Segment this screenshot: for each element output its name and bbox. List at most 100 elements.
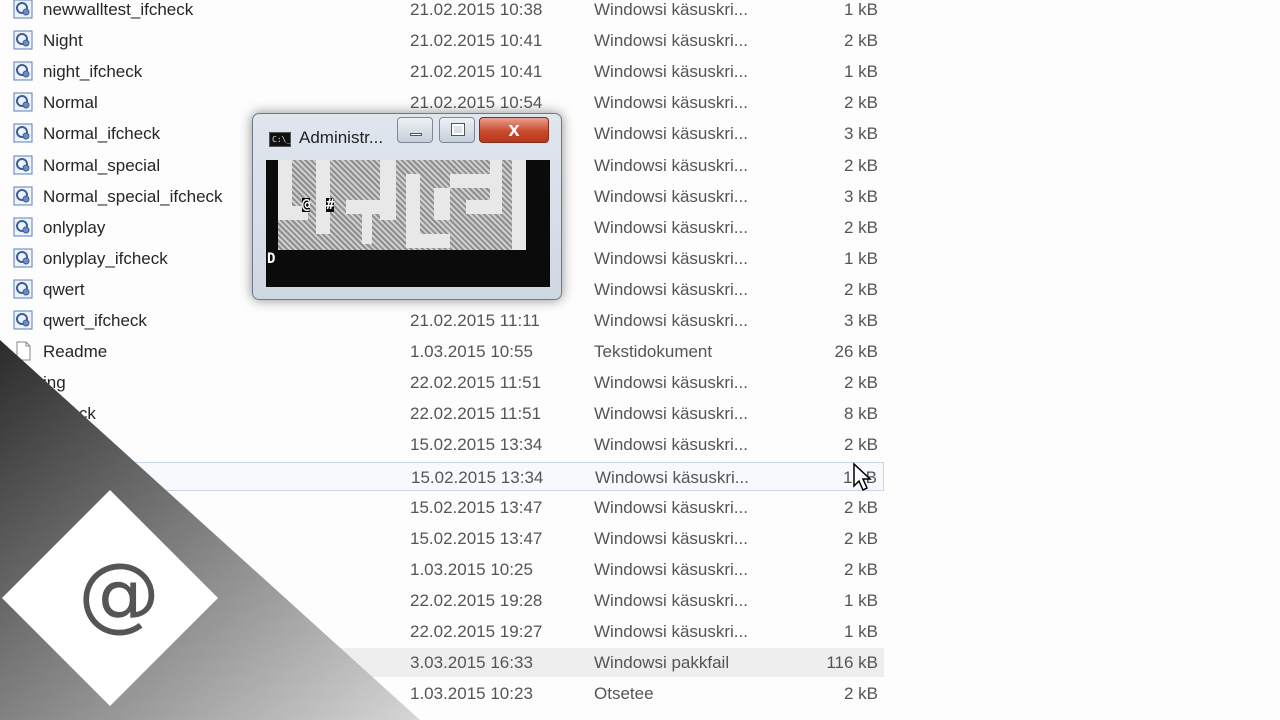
file-name: onlyplay (43, 217, 106, 237)
console-prompt-char: D (267, 251, 276, 267)
file-date: 22.02.2015 19:28 (410, 590, 543, 610)
batch-file-icon (13, 92, 33, 112)
maze-wall (466, 200, 490, 214)
text-file-icon (13, 341, 33, 361)
file-name: Normal (43, 93, 98, 113)
file-row[interactable]: 15.02.2015 13:34Windowsi käsuskri...1 kB (8, 461, 884, 491)
file-size: 2 kB (843, 559, 878, 579)
wall-character: # (326, 197, 335, 213)
file-date: 21.02.2015 10:41 (410, 31, 543, 51)
file-date: 15.02.2015 13:34 (411, 467, 544, 487)
file-size: 1 kB (843, 0, 878, 19)
batch-file-icon (13, 155, 33, 175)
close-icon: x (508, 119, 520, 141)
close-button[interactable]: x (479, 117, 549, 143)
maze-wall (406, 174, 420, 248)
file-size: 3 kB (843, 186, 878, 206)
file-name: qwert (43, 279, 85, 299)
batch-file-icon (13, 248, 33, 268)
file-size: 2 kB (843, 31, 878, 51)
maze-wall (434, 188, 450, 220)
file-type: Windowsi käsuskri... (594, 435, 748, 455)
file-row[interactable]: night_ifcheck 21.02.2015 10:41 Windowsi kä… (8, 57, 884, 86)
file-type: Windowsi käsuskri... (594, 248, 748, 268)
file-size: 1 kB (843, 248, 878, 268)
minimize-button[interactable] (397, 117, 433, 143)
maximize-button[interactable] (439, 117, 475, 143)
file-name: onlyplay_ifcheck (43, 248, 168, 268)
file-name: Night (43, 31, 83, 51)
file-row[interactable]: qwert_ifcheck 21.02.2015 11:11 Windowsi kä… (8, 306, 884, 335)
file-size: 1 kB (843, 62, 878, 82)
console-output: @ # D (266, 160, 550, 287)
cmd-app-icon: C:\_ (269, 132, 291, 147)
file-size: 2 kB (843, 155, 878, 175)
file-type: Windowsi käsuskri... (594, 93, 748, 113)
file-type: Windowsi käsuskri... (595, 467, 749, 487)
file-type: Windowsi käsuskri... (594, 373, 748, 393)
cmd-titlebar[interactable]: C:\_ Administr... x (253, 114, 561, 156)
file-type: Windowsi käsuskri... (594, 590, 748, 610)
file-size: 2 kB (843, 684, 878, 704)
file-name: night_ifcheck (43, 62, 143, 82)
file-row[interactable]: Readme 1.03.2015 10:55 Tekstidokument 26 kB (8, 337, 884, 366)
file-type: Windowsi käsuskri... (594, 311, 748, 330)
file-date: 1.03.2015 10:55 (410, 342, 533, 362)
file-date: 22.02.2015 11:51 (410, 404, 542, 424)
maze-wall (490, 160, 502, 214)
file-type: Tekstidokument (594, 342, 713, 362)
maze-wall (278, 160, 292, 220)
batch-file-icon (13, 217, 33, 237)
file-type: Windowsi käsuskri... (594, 186, 748, 206)
file-name: Normal_special_ifcheck (43, 186, 223, 206)
file-type: Windowsi käsuskri... (594, 528, 748, 548)
file-date: 22.02.2015 11:51 (410, 373, 542, 393)
file-row[interactable]: ifcheck 22.02.2015 11:51 Windowsi käsuskri… (8, 399, 884, 428)
batch-file-icon (13, 310, 33, 330)
batch-file-icon (13, 186, 33, 206)
file-size: 2 kB (843, 528, 878, 548)
file-row[interactable]: 15.02.2015 13:47 Windowsi käsuskri... 2 kB (8, 493, 884, 522)
file-name: newwalltest_ifcheck (43, 0, 194, 19)
file-size: 2 kB (843, 373, 878, 393)
file-type: Windowsi käsuskri... (594, 0, 748, 19)
file-name: Normal_ifcheck (43, 124, 161, 144)
file-type: Windowsi käsuskri... (594, 279, 748, 299)
file-date: 1.03.2015 10:23 (410, 684, 533, 704)
file-name: Readme (43, 342, 108, 362)
file-row[interactable]: Night 21.02.2015 10:41 Windowsi käsuskri..… (8, 26, 884, 55)
file-size: 3 kB (843, 311, 878, 330)
maze-wall (420, 234, 450, 248)
file-type: Windowsi käsuskri... (594, 622, 748, 641)
file-type: Windowsi käsuskri... (594, 404, 748, 424)
maze-wall (450, 174, 490, 188)
file-size: 2 kB (843, 435, 878, 455)
file-type: Otsetee (594, 684, 654, 704)
file-row[interactable]: 1.03.2015 10:23 Otsetee 2 kB (8, 679, 884, 708)
player-character: @ (302, 197, 311, 213)
cmd-window[interactable]: C:\_ Administr... x @ # D (252, 113, 562, 300)
file-list: newwalltest_ifcheck 21.02.2015 10:38 Windo… (0, 0, 1280, 720)
file-type: Windowsi käsuskri... (594, 31, 748, 51)
maze-gap (526, 160, 550, 250)
file-size: 3 kB (843, 124, 878, 144)
file-date: 15.02.2015 13:34 (410, 435, 543, 455)
file-size: 2 kB (843, 93, 878, 113)
file-type: Windowsi käsuskri... (594, 497, 748, 517)
maze-wall (362, 214, 372, 244)
mouse-cursor-icon (853, 462, 872, 492)
file-row[interactable]: 15.02.2015 13:34 Windowsi käsuskri... 2 kB (8, 430, 884, 459)
file-date: 21.02.2015 10:38 (410, 0, 543, 19)
file-size: 1 kB (843, 590, 878, 610)
batch-file-icon (13, 61, 33, 81)
file-row[interactable]: 3.03.2015 16:33 Windowsi pakkfail 116 kB (8, 648, 884, 678)
file-size: 2 kB (843, 497, 878, 517)
logo-at-symbol: @ (78, 546, 160, 641)
file-size: 26 kB (834, 342, 878, 362)
maze-gap (266, 160, 278, 250)
file-date: 15.02.2015 13:47 (410, 528, 543, 548)
maze-wall (512, 160, 526, 250)
file-row[interactable]: ing 22.02.2015 11:51 Windowsi käsuskri... 2… (8, 368, 884, 397)
file-row[interactable]: newwalltest_ifcheck 21.02.2015 10:38 Windo… (8, 0, 884, 24)
file-name: ifcheck (43, 404, 96, 424)
